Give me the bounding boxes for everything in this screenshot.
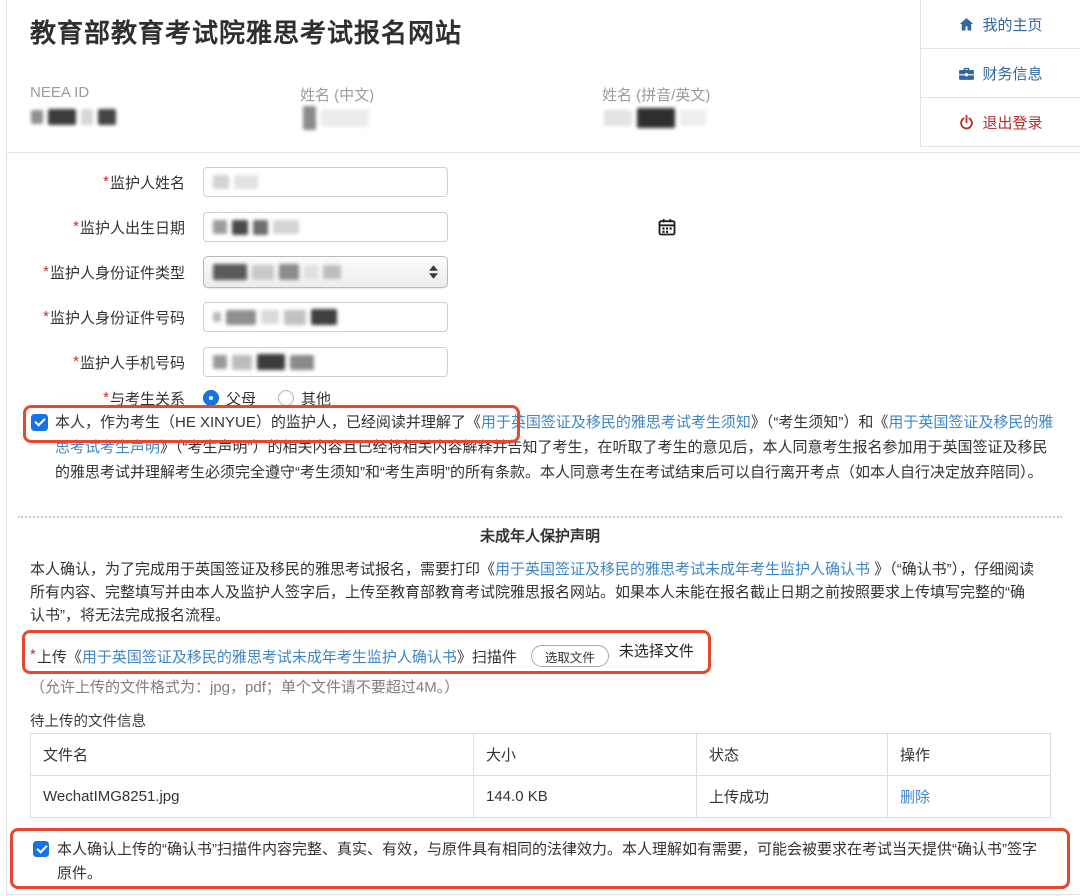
page-title: 教育部教育考试院雅思考试报名网站 <box>30 13 462 50</box>
radio-unselected-icon <box>278 390 294 406</box>
redacted-value <box>604 108 706 128</box>
col-header-status: 状态 <box>697 734 888 776</box>
redacted-value <box>31 109 116 125</box>
redacted-value <box>213 354 314 370</box>
delete-link[interactable]: 删除 <box>900 789 930 806</box>
confirmation-letter-upload-link[interactable]: 用于英国签证及移民的雅思考试未成年考生监护人确认书 <box>82 646 457 667</box>
menu-item-logout[interactable]: 退出登录 <box>921 98 1080 147</box>
guardian-name-input[interactable] <box>203 167 448 197</box>
candidate-notice-link[interactable]: 用于英国签证及移民的雅思考试考生须知 <box>481 414 751 431</box>
guardian-id-number-label: *监护人身份证件号码 <box>0 307 185 328</box>
guardian-consent-checkbox[interactable] <box>31 414 48 431</box>
guardian-phone-label: *监护人手机号码 <box>0 352 185 373</box>
guardian-birthdate-input[interactable] <box>203 212 448 242</box>
page-bottom-border <box>6 894 1080 895</box>
col-header-size: 大小 <box>474 734 697 776</box>
calendar-icon[interactable] <box>657 217 677 241</box>
file-status-text: 未选择文件 <box>619 640 694 661</box>
relation-label: *与考生关系 <box>0 388 185 409</box>
minor-protection-paragraph: 本人确认，为了完成用于英国签证及移民的雅思考试报名，需要打印《用于英国签证及移民… <box>30 558 1038 627</box>
required-asterisk: * <box>103 173 109 190</box>
redacted-value <box>213 175 258 189</box>
home-icon <box>958 16 975 33</box>
confirmation-letter-link[interactable]: 用于英国签证及移民的雅思考试未成年考生监护人确认书 <box>495 561 874 578</box>
neea-id-label: NEEA ID <box>30 84 89 101</box>
header-menu: 我的主页 财务信息 退出登录 <box>920 0 1080 147</box>
file-size-cell: 144.0 KB <box>474 776 697 818</box>
required-asterisk: * <box>43 308 49 325</box>
dashed-divider <box>18 516 1062 518</box>
name-en-label: 姓名 (拼音/英文) <box>602 84 710 105</box>
menu-item-my-homepage[interactable]: 我的主页 <box>921 0 1080 49</box>
file-name-cell: WechatIMG8251.jpg <box>31 776 474 818</box>
redacted-value <box>213 309 337 325</box>
menu-label: 财务信息 <box>982 63 1042 84</box>
redacted-value <box>303 106 369 130</box>
guardian-birthdate-label: *监护人出生日期 <box>0 217 185 238</box>
page: 教育部教育考试院雅思考试报名网站 我的主页 财务信息 退出登录 NEEA ID … <box>0 0 1080 896</box>
redacted-value <box>213 220 299 235</box>
file-status-cell: 上传成功 <box>697 776 888 818</box>
briefcase-icon <box>958 65 975 82</box>
upload-row: * 上传《用于英国签证及移民的雅思考试未成年考生监护人确认书》扫描件 选取文件 … <box>30 641 694 671</box>
scan-confirm-text: 本人确认上传的“确认书”扫描件内容完整、真实、有效，与原件具有相同的法律效力。本… <box>57 838 1049 886</box>
required-asterisk: * <box>73 353 79 370</box>
guardian-id-type-select[interactable] <box>203 256 448 288</box>
files-title: 待上传的文件信息 <box>30 710 146 731</box>
radio-label: 其他 <box>301 388 331 409</box>
guardian-id-number-input[interactable] <box>203 302 448 332</box>
radio-selected-icon <box>203 390 219 406</box>
required-asterisk: * <box>73 218 79 235</box>
menu-item-finance-info[interactable]: 财务信息 <box>921 49 1080 98</box>
relation-radio-parents[interactable]: 父母 <box>203 388 256 409</box>
relation-radio-other[interactable]: 其他 <box>278 388 331 409</box>
radio-label: 父母 <box>226 388 256 409</box>
name-cn-label: 姓名 (中文) <box>300 84 374 105</box>
guardian-name-label: *监护人姓名 <box>0 172 185 193</box>
required-asterisk: * <box>43 263 49 280</box>
section-divider <box>7 152 1080 153</box>
guardian-consent-paragraph: 本人，作为考生（HE XINYUE）的监护人，已经阅读并理解了《用于英国签证及移… <box>55 410 1057 485</box>
menu-label: 退出登录 <box>982 112 1042 133</box>
menu-label: 我的主页 <box>982 14 1042 35</box>
required-asterisk: * <box>103 389 109 406</box>
guardian-phone-input[interactable] <box>203 347 448 377</box>
consent-boxed-text: 本人，作为考生（HE XINYUE）的监护人， <box>55 414 346 431</box>
guardian-id-type-label: *监护人身份证件类型 <box>0 262 185 283</box>
required-asterisk: * <box>30 646 36 663</box>
scan-confirm-checkbox[interactable] <box>33 841 49 857</box>
redacted-value <box>213 264 341 280</box>
col-header-action: 操作 <box>888 734 1051 776</box>
select-spinner-icon <box>429 265 438 279</box>
files-table: 文件名 大小 状态 操作 WechatIMG8251.jpg 144.0 KB … <box>30 733 1051 818</box>
page-left-border <box>6 0 7 896</box>
col-header-filename: 文件名 <box>31 734 474 776</box>
minor-protection-heading: 未成年人保护声明 <box>0 525 1080 546</box>
power-icon <box>958 114 975 131</box>
relation-radio-group: 父母 其他 <box>203 388 331 409</box>
upload-hint: （允许上传的文件格式为：jpg，pdf；单个文件请不要超过4M。） <box>30 676 459 697</box>
table-row: WechatIMG8251.jpg 144.0 KB 上传成功 删除 <box>31 776 1051 818</box>
table-header-row: 文件名 大小 状态 操作 <box>31 734 1051 776</box>
choose-file-button[interactable]: 选取文件 <box>531 645 609 667</box>
